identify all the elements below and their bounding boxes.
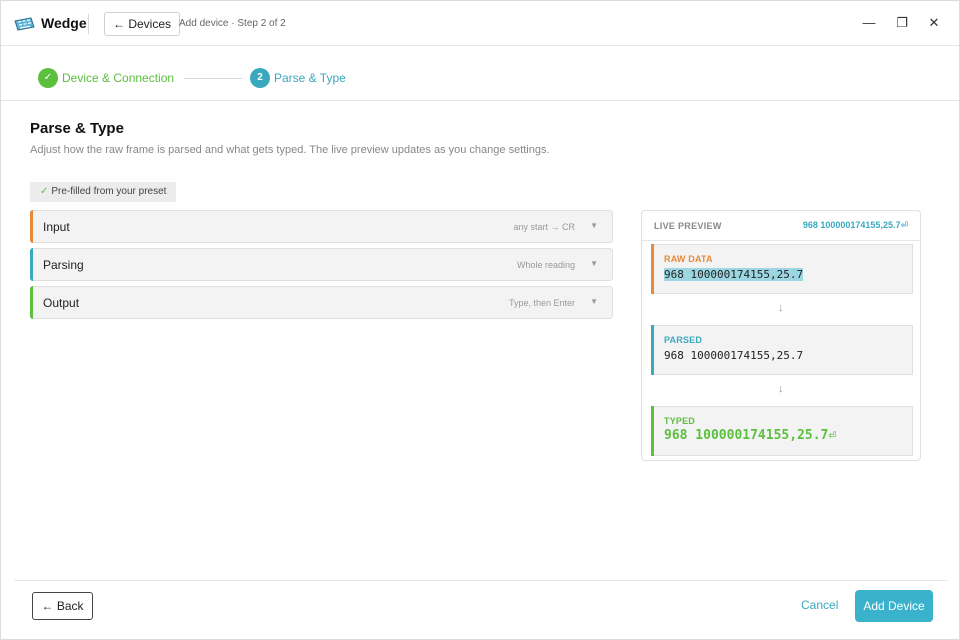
title-divider xyxy=(88,14,89,34)
section-parsing[interactable]: Parsing Whole reading ▼ xyxy=(30,248,613,281)
typed-accent-bar xyxy=(651,406,654,456)
chevron-down-icon[interactable]: ▼ xyxy=(590,221,598,230)
divider xyxy=(14,100,948,101)
parsed-label: PARSED xyxy=(664,335,703,345)
step-parse-type: Parse & Type xyxy=(274,71,346,85)
live-preview-label: LIVE PREVIEW xyxy=(654,221,722,231)
live-preview-header: LIVE PREVIEW 968 100000174155,25.7⏎ xyxy=(642,211,920,241)
section-accent-bar xyxy=(30,248,33,281)
section-accent-bar xyxy=(30,286,33,319)
footer-divider xyxy=(14,580,948,581)
live-preview-panel: LIVE PREVIEW 968 100000174155,25.7⏎ RAW … xyxy=(641,210,921,461)
app-window: Wedge ← Devices Add device · Step 2 of 2… xyxy=(0,0,960,640)
cancel-button[interactable]: Cancel xyxy=(801,598,838,612)
raw-data-block: RAW DATA 968 100000174155,25.7 xyxy=(651,244,913,294)
breadcrumb: Add device · Step 2 of 2 xyxy=(179,18,286,29)
section-title: Output xyxy=(43,296,80,310)
minimize-icon[interactable]: — xyxy=(861,15,877,31)
live-preview-value: 968 100000174155,25.7⏎ xyxy=(802,220,908,230)
parsed-block: PARSED 968 100000174155,25.7 xyxy=(651,325,913,375)
step-number-badge: 2 xyxy=(250,68,270,88)
step-complete-check-icon: ✓ xyxy=(38,68,58,88)
typed-value: 968 100000174155,25.7⏎ xyxy=(664,428,837,443)
down-arrow-icon: ↓ xyxy=(778,302,784,314)
page-subtitle: Adjust how the raw frame is parsed and w… xyxy=(30,144,550,156)
parsed-value: 968 100000174155,25.7 xyxy=(664,349,804,362)
raw-data-highlight: 968 100000174155,25.7 xyxy=(664,268,804,281)
section-accent-bar xyxy=(30,210,33,243)
raw-data-value[interactable]: 968 100000174155,25.7 xyxy=(664,268,804,281)
prefilled-badge: ✓ Pre-filled from your preset xyxy=(30,182,177,202)
raw-accent-bar xyxy=(651,244,654,294)
close-icon[interactable]: ✕ xyxy=(926,15,942,31)
parsed-accent-bar xyxy=(651,325,654,375)
title-bar: Wedge ← Devices Add device · Step 2 of 2… xyxy=(1,1,959,46)
back-to-devices-button[interactable]: ← Devices xyxy=(104,12,181,36)
down-arrow-icon: ↓ xyxy=(778,383,784,395)
section-title: Parsing xyxy=(43,258,84,272)
section-title: Input xyxy=(43,220,70,234)
raw-data-label: RAW DATA xyxy=(664,254,713,264)
keyboard-icon xyxy=(14,17,35,31)
add-device-button[interactable]: Add Device xyxy=(855,590,933,622)
step-connector xyxy=(184,78,242,79)
section-output[interactable]: Output Type, then Enter ▼ xyxy=(30,286,613,319)
section-summary: Type, then Enter xyxy=(508,298,575,308)
check-icon: ✓ xyxy=(40,186,49,197)
back-button[interactable]: ← Back xyxy=(32,592,93,620)
page-title: Parse & Type xyxy=(30,120,124,137)
section-summary: any start → CR xyxy=(513,222,575,232)
typed-block: TYPED 968 100000174155,25.7⏎ xyxy=(651,406,913,456)
prefilled-badge-text: Pre-filled from your preset xyxy=(51,186,167,197)
section-input[interactable]: Input any start → CR ▼ xyxy=(30,210,613,243)
typed-label: TYPED xyxy=(664,416,696,426)
maximize-icon[interactable]: ❐ xyxy=(894,15,910,31)
chevron-down-icon[interactable]: ▼ xyxy=(590,297,598,306)
step-device-connection[interactable]: Device & Connection xyxy=(62,71,174,85)
section-summary: Whole reading xyxy=(516,260,575,270)
chevron-down-icon[interactable]: ▼ xyxy=(590,259,598,268)
app-name: Wedge xyxy=(41,15,87,31)
